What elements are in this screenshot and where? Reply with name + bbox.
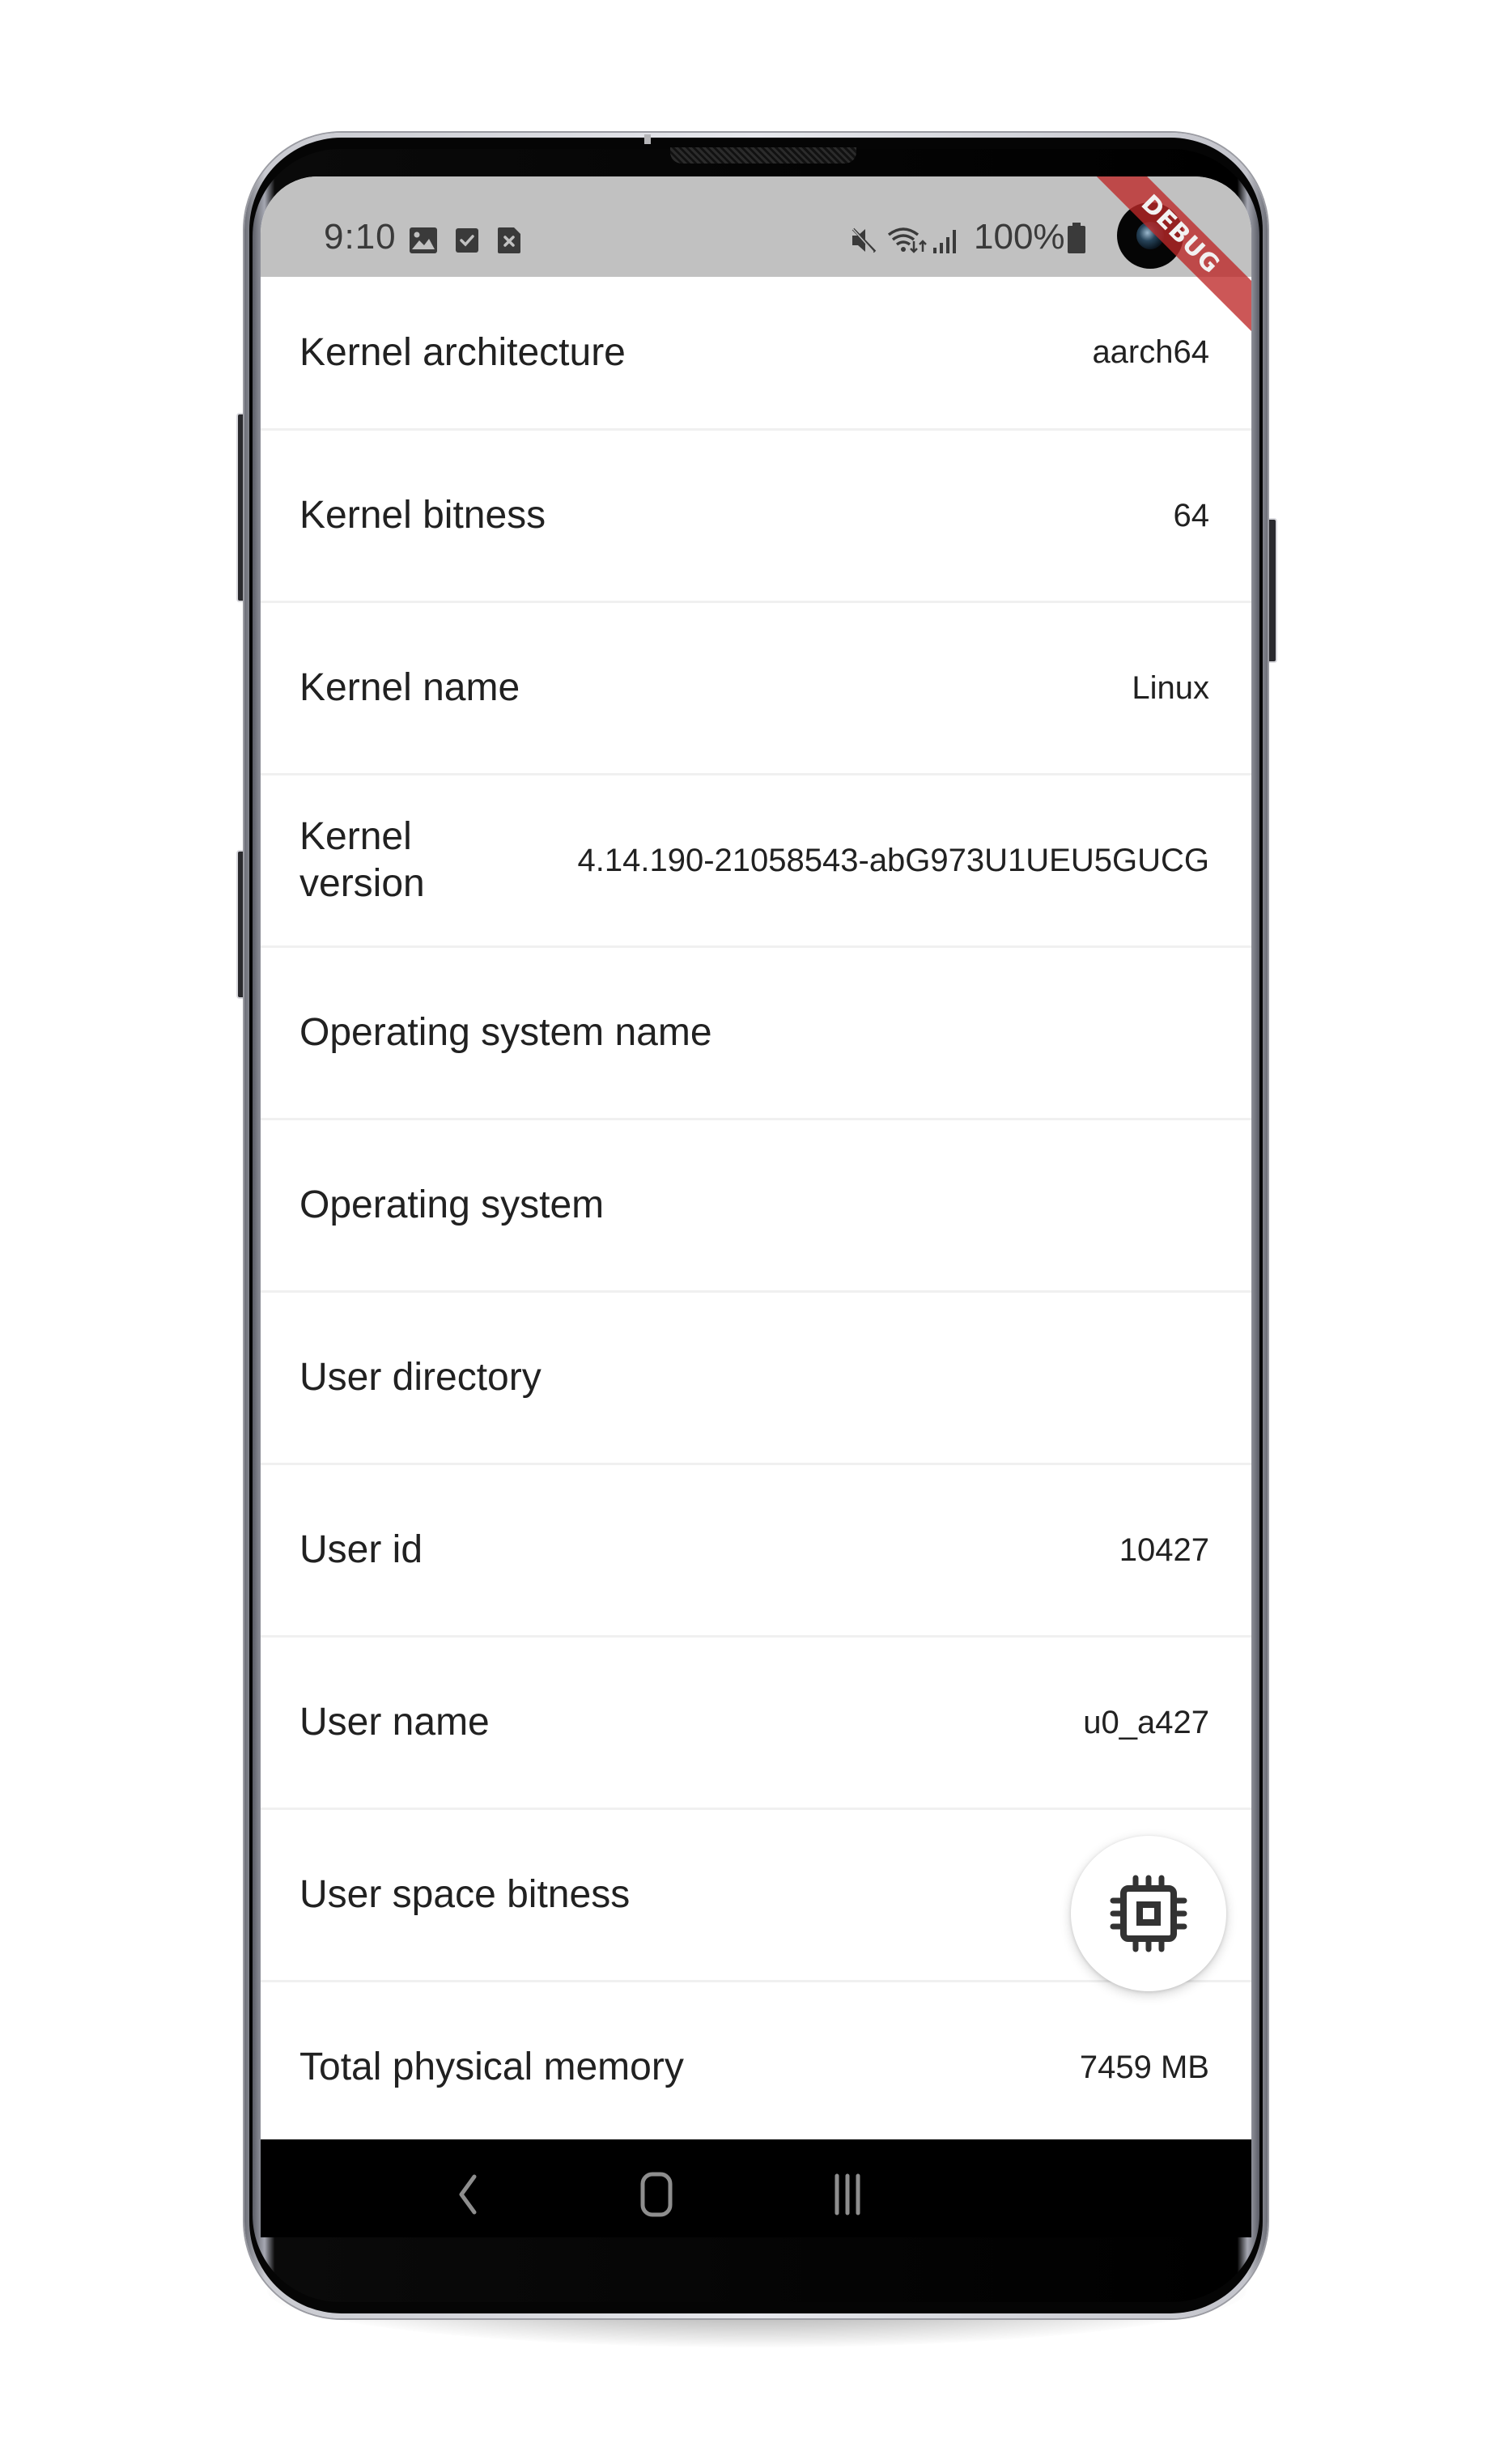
speaker-grille bbox=[670, 147, 856, 164]
memory-chip-icon bbox=[1110, 1875, 1187, 1952]
battery-full-icon bbox=[1068, 223, 1085, 253]
info-row-user-id: User id 10427 bbox=[261, 1465, 1251, 1638]
row-label: Operating system name bbox=[299, 1011, 712, 1054]
row-value: 10427 bbox=[1119, 1531, 1209, 1568]
row-value: Linux bbox=[1132, 669, 1209, 706]
home-button[interactable] bbox=[628, 2170, 685, 2219]
navigation-bar bbox=[261, 2139, 1251, 2237]
info-row-kernel-architecture: Kernel architecture aarch64 bbox=[261, 277, 1251, 431]
recents-icon bbox=[835, 2173, 860, 2215]
row-label: Kernel version bbox=[299, 815, 425, 905]
row-label: Total physical memory bbox=[299, 2046, 684, 2088]
row-label: User id bbox=[299, 1528, 423, 1571]
row-label: User directory bbox=[299, 1356, 542, 1399]
row-label: User space bitness bbox=[299, 1873, 631, 1916]
info-row-user-directory: User directory bbox=[261, 1293, 1251, 1465]
back-button[interactable] bbox=[444, 2170, 492, 2219]
row-label: Kernel architecture bbox=[299, 330, 626, 374]
status-bar: 9:10 100% bbox=[261, 176, 1251, 277]
status-time: 9:10 bbox=[324, 217, 397, 257]
recents-button[interactable] bbox=[819, 2170, 876, 2219]
back-icon bbox=[459, 2174, 477, 2215]
info-row-total-physical-memory: Total physical memory 7459 MB bbox=[261, 1982, 1251, 2155]
info-row-operating-system: Operating system bbox=[261, 1120, 1251, 1293]
row-value: 64 bbox=[1173, 497, 1210, 533]
info-row-operating-system-name: Operating system name bbox=[261, 948, 1251, 1120]
wifi-icon bbox=[887, 227, 927, 253]
row-label: Kernel bitness bbox=[299, 494, 546, 537]
home-icon bbox=[640, 2172, 673, 2217]
info-row-kernel-name: Kernel name Linux bbox=[261, 603, 1251, 775]
row-value: 7459 MB bbox=[1079, 2049, 1209, 2085]
fab-button[interactable] bbox=[1071, 1836, 1226, 1991]
info-row-kernel-bitness: Kernel bitness 64 bbox=[261, 431, 1251, 603]
battery-percent: 100% bbox=[974, 217, 1065, 257]
power-button bbox=[1266, 518, 1277, 663]
row-value: 4.14.190-21058543-abG973U1UEU5GUCG bbox=[577, 842, 1210, 878]
row-label: User name bbox=[299, 1701, 490, 1744]
row-label: Operating system bbox=[299, 1183, 605, 1226]
signal-icon bbox=[933, 230, 956, 253]
info-row-user-name: User name u0_a427 bbox=[261, 1638, 1251, 1810]
info-row-kernel-version: Kernel version 4.14.190-21058543-abG973U… bbox=[261, 775, 1251, 948]
row-label: Kernel name bbox=[299, 666, 520, 709]
sim-error-icon bbox=[498, 227, 520, 253]
row-value: u0_a427 bbox=[1083, 1704, 1209, 1740]
image-notification-icon bbox=[410, 227, 437, 253]
phone-top-seam bbox=[644, 134, 651, 144]
screen: 9:10 100% DEBUG Kernel architecture aarc… bbox=[261, 176, 1251, 2237]
row-value: aarch64 bbox=[1092, 334, 1209, 370]
mute-icon bbox=[851, 227, 877, 253]
checkbox-notification-icon bbox=[456, 228, 478, 253]
